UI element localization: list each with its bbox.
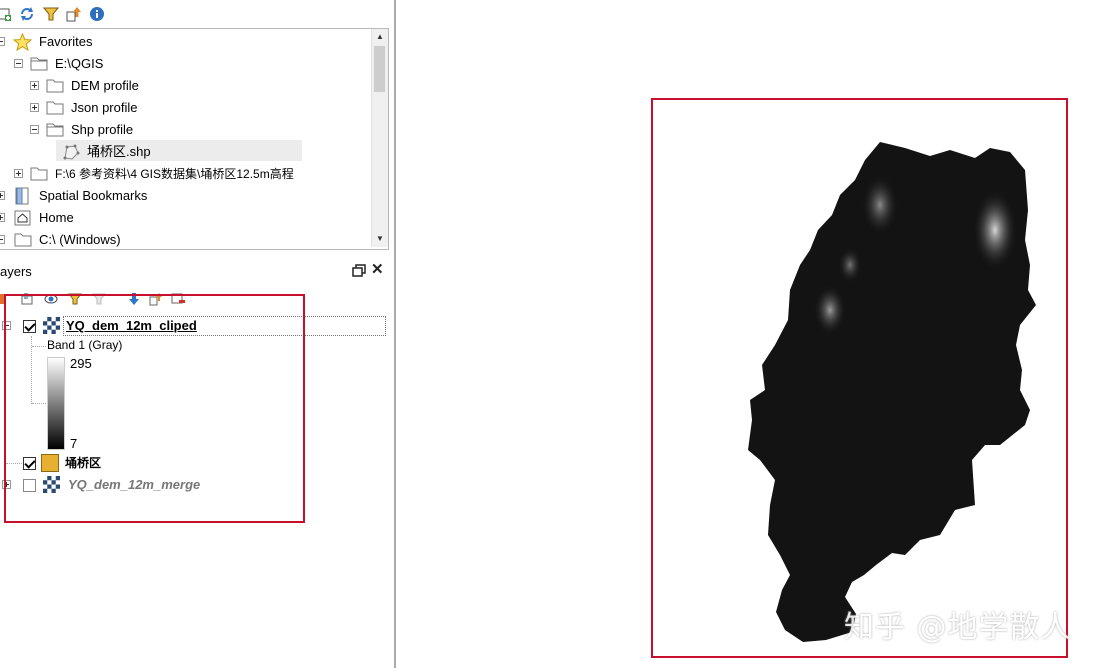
star-icon	[13, 33, 32, 51]
bookmarks-icon	[15, 187, 29, 205]
folder-icon	[14, 233, 32, 247]
tree-item-shp-file[interactable]: 埇桥区.shp	[0, 141, 370, 163]
scroll-thumb[interactable]	[374, 46, 385, 92]
tree-item-label: 埇桥区.shp	[87, 144, 151, 159]
home-icon	[14, 210, 31, 226]
layers-panel-title: ayers	[0, 264, 32, 279]
collapse-all-icon[interactable]	[66, 6, 82, 22]
tree-item-favorites[interactable]: Favorites	[0, 31, 370, 53]
tree-item-c-drive[interactable]: C:\ (Windows)	[0, 229, 370, 249]
watermark-text: 知乎 @地学散人	[844, 610, 1072, 645]
browser-tree: Favorites E:\QGIS DEM profile Json profi…	[0, 28, 389, 250]
tree-item-json-profile[interactable]: Json profile	[0, 97, 370, 119]
folder-icon	[30, 167, 48, 181]
highlight-box-map	[651, 98, 1068, 658]
tree-item-label: Home	[39, 210, 74, 225]
folder-open-icon	[46, 123, 64, 137]
tree-item-home[interactable]: Home	[0, 207, 370, 229]
tree-item-spatial-bookmarks[interactable]: Spatial Bookmarks	[0, 185, 370, 207]
browser-scrollbar[interactable]: ▲ ▼	[371, 29, 388, 247]
layers-panel-header: ayers ✕	[0, 258, 394, 284]
tree-item-label: E:\QGIS	[55, 56, 104, 71]
expand-toggle[interactable]	[14, 169, 23, 178]
tree-item-dem-profile[interactable]: DEM profile	[0, 75, 370, 97]
add-selected-layers-icon[interactable]	[0, 6, 12, 22]
filter-icon[interactable]	[43, 6, 59, 22]
collapse-toggle[interactable]	[0, 37, 5, 46]
browser-toolbar	[0, 0, 394, 28]
highlight-box-layers	[4, 294, 305, 523]
map-canvas[interactable]	[396, 0, 1113, 668]
tree-item-e-qgis[interactable]: E:\QGIS	[0, 53, 370, 75]
expand-toggle[interactable]	[30, 103, 39, 112]
expand-toggle[interactable]	[0, 191, 5, 200]
restore-window-icon[interactable]	[352, 264, 366, 277]
close-icon[interactable]: ✕	[371, 262, 384, 278]
tree-item-f-drive-folder[interactable]: F:\6 参考资料\4 GIS数据集\埇桥区12.5m高程	[0, 163, 370, 185]
tree-item-shp-profile[interactable]: Shp profile	[0, 119, 370, 141]
folder-icon	[46, 79, 64, 93]
folder-open-icon	[30, 57, 48, 71]
expand-toggle[interactable]	[0, 213, 5, 222]
tree-item-label: Json profile	[71, 100, 138, 115]
tree-item-label: DEM profile	[71, 78, 139, 93]
scroll-down-arrow-icon[interactable]: ▼	[372, 231, 388, 247]
scroll-up-arrow-icon[interactable]: ▲	[372, 29, 388, 45]
left-panel: Favorites E:\QGIS DEM profile Json profi…	[0, 0, 394, 668]
tree-item-label: F:\6 参考资料\4 GIS数据集\埇桥区12.5m高程	[55, 167, 294, 181]
polygon-layer-icon	[63, 144, 80, 160]
info-icon[interactable]	[89, 6, 105, 22]
refresh-icon[interactable]	[19, 6, 35, 22]
folder-icon	[46, 101, 64, 115]
tree-item-label: C:\ (Windows)	[39, 232, 121, 247]
tree-item-label: Favorites	[39, 34, 93, 49]
collapse-toggle[interactable]	[30, 125, 39, 134]
collapse-toggle[interactable]	[14, 59, 23, 68]
tree-item-label: Spatial Bookmarks	[39, 188, 148, 203]
tree-item-label: Shp profile	[71, 122, 134, 137]
collapse-toggle[interactable]	[0, 235, 5, 244]
expand-toggle[interactable]	[30, 81, 39, 90]
